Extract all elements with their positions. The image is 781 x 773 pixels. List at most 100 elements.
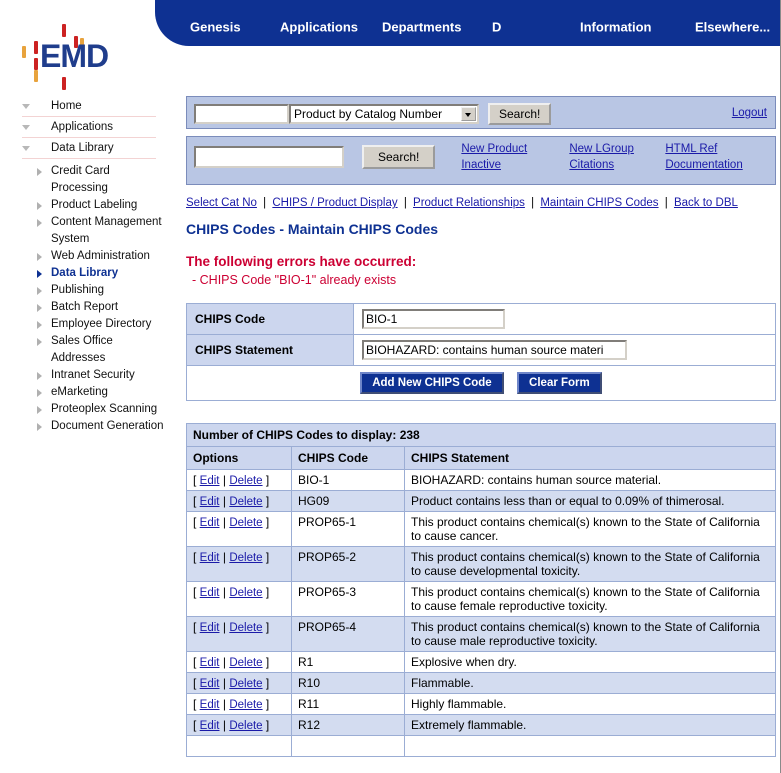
sidebar-subitem-data-library[interactable]: Data Library — [0, 265, 178, 282]
link-new-lgroup[interactable]: New LGroup — [569, 143, 665, 155]
sidebar-subitem-batch-report[interactable]: Batch Report — [0, 299, 178, 316]
delete-link[interactable]: Delete — [229, 587, 262, 599]
edit-link[interactable]: Edit — [200, 587, 220, 599]
chevron-right-icon — [37, 270, 42, 278]
edit-link[interactable]: Edit — [200, 678, 220, 690]
breadcrumb-select-cat-no[interactable]: Select Cat No — [186, 197, 257, 209]
delete-link[interactable]: Delete — [229, 720, 262, 732]
sidebar-subitem-label-cont: System — [51, 231, 178, 248]
sidebar-subitem-label: Proteoplex Scanning — [51, 401, 178, 418]
delete-link[interactable]: Delete — [229, 552, 262, 564]
secondary-search-input[interactable] — [194, 146, 344, 168]
link-new-product[interactable]: New Product — [461, 143, 569, 155]
row-options: [ Edit | Delete ] — [187, 715, 292, 736]
sidebar-subitem-label: Publishing — [51, 282, 178, 299]
chips-statement-input[interactable] — [362, 340, 627, 360]
breadcrumb-maintain-chips-codes[interactable]: Maintain CHIPS Codes — [540, 197, 658, 209]
edit-link[interactable]: Edit — [200, 475, 220, 487]
row-chips-statement: BIOHAZARD: contains human source materia… — [405, 470, 776, 491]
sidebar-subitem-employee-directory[interactable]: Employee Directory — [0, 316, 178, 333]
sidebar-subitem-content-management-system[interactable]: Content Management System — [0, 214, 178, 248]
nav-item-applications[interactable]: Applications — [280, 20, 358, 35]
sidebar-item-label: Home — [51, 96, 82, 117]
nav-item-information[interactable]: Information — [580, 20, 652, 35]
chevron-right-icon — [37, 372, 42, 380]
sidebar-subitem-product-labeling[interactable]: Product Labeling — [0, 197, 178, 214]
chevron-right-icon — [37, 304, 42, 312]
link-html-ref[interactable]: HTML Ref — [665, 143, 742, 155]
add-new-chips-code-button[interactable]: Add New CHIPS Code — [360, 372, 503, 394]
sidebar-subitem-publishing[interactable]: Publishing — [0, 282, 178, 299]
sidebar-subitem-emarketing[interactable]: eMarketing — [0, 384, 178, 401]
edit-link[interactable]: Edit — [200, 496, 220, 508]
row-chips-code: HG09 — [292, 491, 405, 512]
link-documentation[interactable]: Documentation — [665, 159, 742, 171]
row-chips-code — [292, 736, 405, 757]
sidebar-subitem-web-administration[interactable]: Web Administration — [0, 248, 178, 265]
chevron-down-icon — [22, 125, 30, 130]
quick-links-group: New Product New LGroup HTML Ref Inactive… — [461, 143, 742, 171]
sidebar-subitem-document-generation[interactable]: Document Generation — [0, 418, 178, 435]
nav-item-elsewhere[interactable]: Elsewhere... — [695, 20, 770, 35]
primary-search-button[interactable]: Search! — [488, 103, 551, 125]
search-type-select[interactable]: Product by Catalog Number — [289, 104, 479, 124]
primary-search-input[interactable] — [194, 104, 289, 124]
row-chips-code: R12 — [292, 715, 405, 736]
emd-logo[interactable]: EMD — [12, 24, 122, 90]
sidebar-subitem-label: Product Labeling — [51, 197, 178, 214]
edit-link[interactable]: Edit — [200, 517, 220, 529]
row-chips-statement: This product contains chemical(s) known … — [405, 617, 776, 652]
chevron-down-icon — [22, 104, 30, 109]
row-chips-code: PROP65-3 — [292, 582, 405, 617]
clear-form-button[interactable]: Clear Form — [517, 372, 602, 394]
delete-link[interactable]: Delete — [229, 517, 262, 529]
delete-link[interactable]: Delete — [229, 622, 262, 634]
link-inactive[interactable]: Inactive — [461, 159, 569, 171]
sidebar-subitem-credit-card-processing[interactable]: Credit Card Processing — [0, 163, 178, 197]
edit-link[interactable]: Edit — [200, 657, 220, 669]
edit-link[interactable]: Edit — [200, 622, 220, 634]
chevron-down-icon[interactable] — [461, 107, 476, 121]
sidebar-subitem-label: Document Generation — [51, 418, 178, 435]
delete-link[interactable]: Delete — [229, 657, 262, 669]
table-row: [ Edit | Delete ] HG09 Product contains … — [187, 491, 776, 512]
chevron-right-icon — [37, 389, 42, 397]
breadcrumb-separator: | — [528, 197, 537, 209]
sidebar-subitem-proteoplex-scanning[interactable]: Proteoplex Scanning — [0, 401, 178, 418]
nav-item-d[interactable]: D — [492, 20, 501, 35]
main-content: Product by Catalog Number Search! Logout… — [186, 96, 776, 757]
nav-item-genesis[interactable]: Genesis — [190, 20, 241, 35]
breadcrumb-back-to-dbl[interactable]: Back to DBL — [674, 197, 738, 209]
logout-link[interactable]: Logout — [732, 107, 767, 119]
row-options: [ Edit | Delete ] — [187, 694, 292, 715]
secondary-search-button[interactable]: Search! — [362, 145, 435, 169]
breadcrumb-chips-product-display[interactable]: CHIPS / Product Display — [272, 197, 397, 209]
delete-link[interactable]: Delete — [229, 699, 262, 711]
edit-link[interactable]: Edit — [200, 552, 220, 564]
sidebar-item-data-library[interactable]: Data Library — [0, 138, 178, 159]
sidebar-subitem-intranet-security[interactable]: Intranet Security — [0, 367, 178, 384]
row-chips-statement: This product contains chemical(s) known … — [405, 547, 776, 582]
edit-link[interactable]: Edit — [200, 720, 220, 732]
logo-dash-5 — [34, 41, 38, 54]
error-heading: The following errors have occurred: — [186, 254, 776, 269]
chips-code-input[interactable] — [362, 309, 505, 329]
edit-link[interactable]: Edit — [200, 699, 220, 711]
sidebar-subitem-label: Employee Directory — [51, 316, 178, 333]
nav-item-departments[interactable]: Departments — [382, 20, 461, 35]
sidebar: Home Applications Data Library Credit Ca… — [0, 96, 178, 773]
link-citations[interactable]: Citations — [569, 159, 665, 171]
delete-link[interactable]: Delete — [229, 475, 262, 487]
breadcrumb-product-relationships[interactable]: Product Relationships — [413, 197, 525, 209]
table-row: [ Edit | Delete ] PROP65-3 This product … — [187, 582, 776, 617]
delete-link[interactable]: Delete — [229, 496, 262, 508]
sidebar-item-applications[interactable]: Applications — [0, 117, 178, 138]
row-chips-code: R10 — [292, 673, 405, 694]
sidebar-subitem-sales-office-addresses[interactable]: Sales Office Addresses — [0, 333, 178, 367]
delete-link[interactable]: Delete — [229, 678, 262, 690]
sidebar-item-home[interactable]: Home — [0, 96, 178, 117]
sidebar-item-label: Data Library — [51, 138, 114, 159]
chevron-right-icon — [37, 338, 42, 346]
form-actions-cell: Add New CHIPS Code Clear Form — [187, 366, 776, 401]
row-options: [ Edit | Delete ] — [187, 652, 292, 673]
